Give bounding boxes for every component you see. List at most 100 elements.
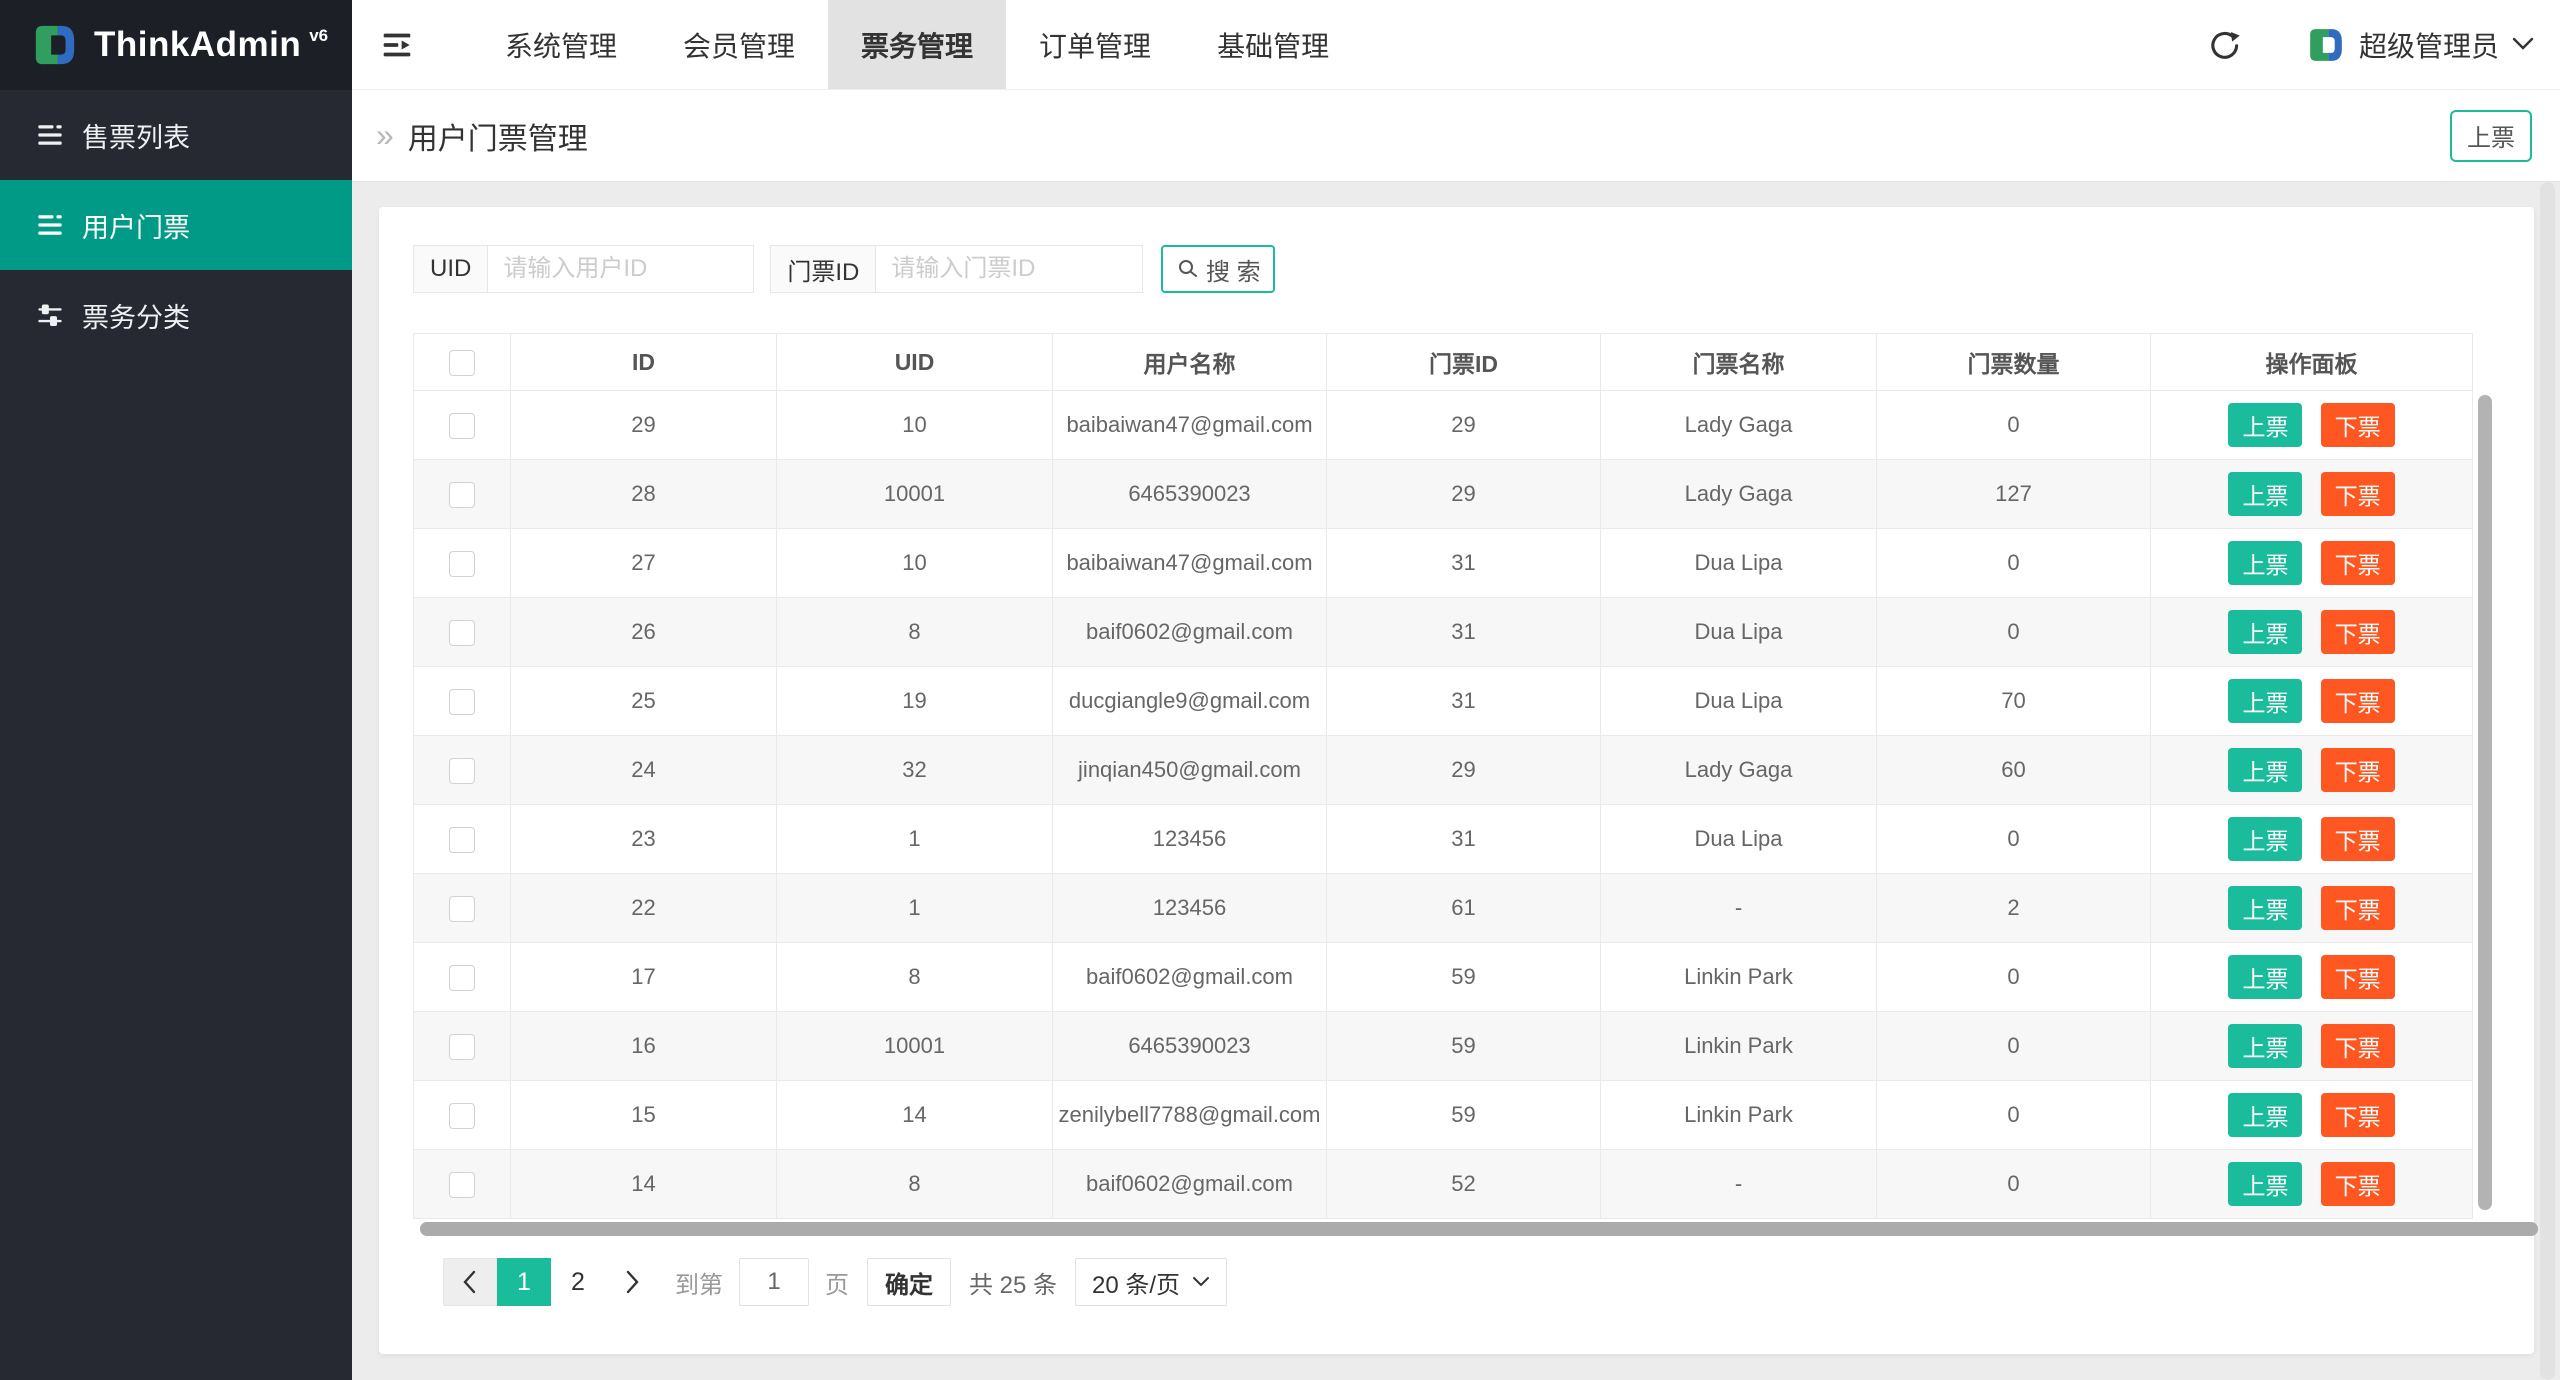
down-ticket-button[interactable]: 下票 bbox=[2321, 610, 2395, 654]
down-ticket-button[interactable]: 下票 bbox=[2321, 1024, 2395, 1068]
tab-member-management[interactable]: 会员管理 bbox=[650, 0, 828, 89]
cell-ticket-name: Dua Lipa bbox=[1601, 805, 1877, 874]
row-checkbox[interactable] bbox=[449, 827, 475, 853]
row-checkbox-cell bbox=[414, 1150, 511, 1219]
next-page-button[interactable] bbox=[605, 1258, 659, 1306]
down-ticket-button[interactable]: 下票 bbox=[2321, 679, 2395, 723]
user-name: 超级管理员 bbox=[2359, 25, 2499, 65]
page-button-2[interactable]: 2 bbox=[551, 1258, 605, 1306]
tab-system-management[interactable]: 系统管理 bbox=[472, 0, 650, 89]
page-unit-label: 页 bbox=[825, 1265, 849, 1300]
down-ticket-button[interactable]: 下票 bbox=[2321, 1093, 2395, 1137]
per-page-select[interactable]: 20 条/页 bbox=[1075, 1258, 1227, 1306]
down-ticket-button[interactable]: 下票 bbox=[2321, 403, 2395, 447]
down-ticket-button[interactable]: 下票 bbox=[2321, 748, 2395, 792]
page-button-1[interactable]: 1 bbox=[497, 1258, 551, 1306]
goto-page-input[interactable] bbox=[739, 1258, 809, 1306]
table-row: 15 14 zenilybell7788@gmail.com 59 Linkin… bbox=[414, 1081, 2473, 1150]
up-ticket-button[interactable]: 上票 bbox=[2228, 1024, 2302, 1068]
cell-ticket-name: Lady Gaga bbox=[1601, 391, 1877, 460]
down-ticket-button[interactable]: 下票 bbox=[2321, 472, 2395, 516]
tab-ticket-management[interactable]: 票务管理 bbox=[828, 0, 1006, 89]
row-checkbox[interactable] bbox=[449, 689, 475, 715]
search-button[interactable]: 搜 索 bbox=[1161, 245, 1275, 293]
up-ticket-button[interactable]: 上票 bbox=[2228, 472, 2302, 516]
down-ticket-button[interactable]: 下票 bbox=[2321, 886, 2395, 930]
up-ticket-button[interactable]: 上票 bbox=[2228, 886, 2302, 930]
up-ticket-button[interactable]: 上票 bbox=[2228, 748, 2302, 792]
down-ticket-button[interactable]: 下票 bbox=[2321, 541, 2395, 585]
search-button-label: 搜 索 bbox=[1206, 252, 1261, 287]
down-ticket-button[interactable]: 下票 bbox=[2321, 817, 2395, 861]
row-checkbox[interactable] bbox=[449, 965, 475, 991]
refresh-icon[interactable] bbox=[2205, 25, 2245, 65]
row-checkbox[interactable] bbox=[449, 551, 475, 577]
down-ticket-button[interactable]: 下票 bbox=[2321, 1162, 2395, 1206]
sidebar-item-user-tickets[interactable]: 用户门票 bbox=[0, 180, 352, 270]
select-all-checkbox[interactable] bbox=[449, 350, 475, 376]
up-ticket-button[interactable]: 上票 bbox=[2228, 955, 2302, 999]
cell-uid: 1 bbox=[777, 874, 1053, 943]
table-row: 29 10 baibaiwan47@gmail.com 29 Lady Gaga… bbox=[414, 391, 2473, 460]
header-ticket-id: 门票ID bbox=[1327, 334, 1601, 391]
header-actions: 操作面板 bbox=[2151, 334, 2473, 391]
row-checkbox[interactable] bbox=[449, 1172, 475, 1198]
uid-input[interactable] bbox=[487, 245, 754, 293]
cell-username: 6465390023 bbox=[1053, 1012, 1327, 1081]
table-horizontal-scrollbar[interactable] bbox=[420, 1222, 2538, 1236]
row-checkbox[interactable] bbox=[449, 482, 475, 508]
cell-ticket-id: 52 bbox=[1327, 1150, 1601, 1219]
cell-uid: 1 bbox=[777, 805, 1053, 874]
up-ticket-button[interactable]: 上票 bbox=[2228, 679, 2302, 723]
cell-id: 17 bbox=[511, 943, 777, 1012]
up-ticket-button[interactable]: 上票 bbox=[2228, 403, 2302, 447]
app-window: ThinkAdmin v6 售票列表 bbox=[0, 0, 2560, 1380]
cell-ticket-id: 61 bbox=[1327, 874, 1601, 943]
goto-label: 到第 bbox=[675, 1265, 723, 1300]
tab-label: 票务管理 bbox=[861, 25, 973, 65]
tab-basic-management[interactable]: 基础管理 bbox=[1184, 0, 1362, 89]
row-checkbox[interactable] bbox=[449, 1034, 475, 1060]
sidebar: ThinkAdmin v6 售票列表 bbox=[0, 0, 352, 1380]
cell-ticket-name: Dua Lipa bbox=[1601, 598, 1877, 667]
ticket-id-input[interactable] bbox=[875, 245, 1143, 293]
cell-username: zenilybell7788@gmail.com bbox=[1053, 1081, 1327, 1150]
tab-order-management[interactable]: 订单管理 bbox=[1006, 0, 1184, 89]
brand-name: ThinkAdmin bbox=[94, 25, 301, 65]
up-ticket-button[interactable]: 上票 bbox=[2228, 1162, 2302, 1206]
row-checkbox[interactable] bbox=[449, 896, 475, 922]
cell-ticket-id: 59 bbox=[1327, 1081, 1601, 1150]
cell-ticket-qty: 0 bbox=[1877, 391, 2151, 460]
row-checkbox[interactable] bbox=[449, 413, 475, 439]
prev-page-button[interactable] bbox=[443, 1258, 497, 1306]
up-ticket-button[interactable]: 上票 bbox=[2228, 610, 2302, 654]
cell-actions: 上票 下票 bbox=[2151, 667, 2473, 736]
collapse-menu-icon[interactable] bbox=[372, 0, 422, 89]
cell-username: baif0602@gmail.com bbox=[1053, 943, 1327, 1012]
add-ticket-button[interactable]: 上票 bbox=[2450, 110, 2532, 162]
table-vertical-scrollbar[interactable] bbox=[2478, 395, 2492, 1210]
up-ticket-button[interactable]: 上票 bbox=[2228, 541, 2302, 585]
cell-username: baif0602@gmail.com bbox=[1053, 598, 1327, 667]
user-menu[interactable]: 超级管理员 bbox=[2307, 25, 2535, 65]
cell-ticket-name: Lady Gaga bbox=[1601, 460, 1877, 529]
cell-ticket-qty: 0 bbox=[1877, 943, 2151, 1012]
sidebar-item-ticket-categories[interactable]: 票务分类 bbox=[0, 270, 352, 360]
down-ticket-button[interactable]: 下票 bbox=[2321, 955, 2395, 999]
search-icon bbox=[1176, 257, 1200, 281]
cell-actions: 上票 下票 bbox=[2151, 736, 2473, 805]
page-title: 用户门票管理 bbox=[408, 114, 588, 158]
tab-label: 系统管理 bbox=[505, 25, 617, 65]
row-checkbox[interactable] bbox=[449, 1103, 475, 1129]
row-checkbox[interactable] bbox=[449, 620, 475, 646]
page-scrollbar[interactable] bbox=[2540, 182, 2555, 1380]
up-ticket-button[interactable]: 上票 bbox=[2228, 817, 2302, 861]
sidebar-item-ticket-sales-list[interactable]: 售票列表 bbox=[0, 90, 352, 180]
chevron-down-icon bbox=[1192, 1276, 1210, 1288]
row-checkbox-cell bbox=[414, 460, 511, 529]
up-ticket-button[interactable]: 上票 bbox=[2228, 1093, 2302, 1137]
cell-uid: 8 bbox=[777, 943, 1053, 1012]
tab-label: 订单管理 bbox=[1039, 25, 1151, 65]
row-checkbox[interactable] bbox=[449, 758, 475, 784]
confirm-button[interactable]: 确定 bbox=[867, 1258, 951, 1306]
